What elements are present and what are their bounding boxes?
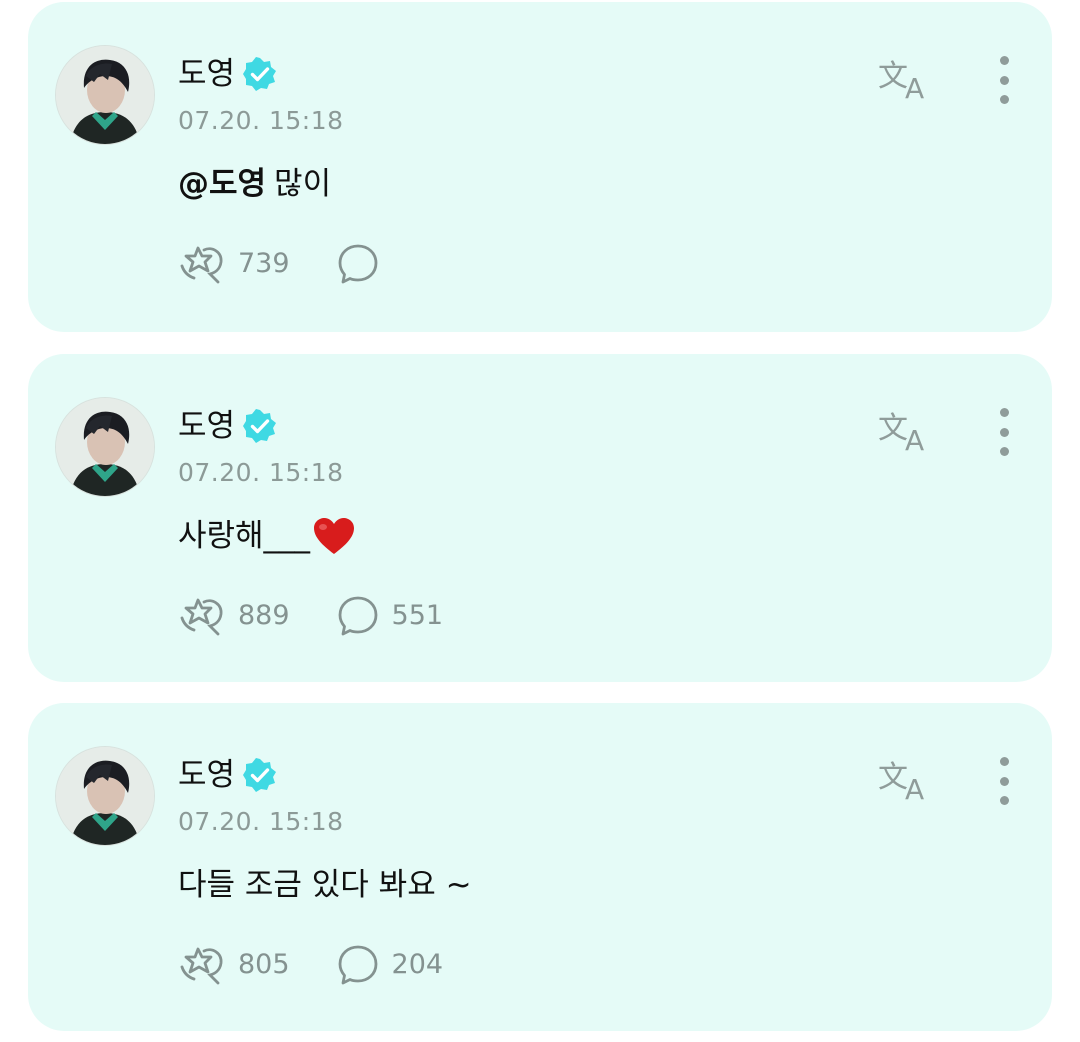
translate-icon[interactable]: 文 A: [878, 757, 934, 801]
comment-bubble-icon: [338, 244, 377, 284]
verified-check-icon: [243, 409, 277, 443]
post-text: 많이: [274, 166, 332, 202]
more-dot: [999, 427, 1009, 437]
more-options-button[interactable]: [992, 56, 1016, 104]
more-dot: [999, 56, 1009, 65]
author-row: 도영: [178, 54, 277, 94]
author-name[interactable]: 도영: [178, 755, 235, 795]
svg-text:文: 文: [878, 760, 908, 795]
post-text: 사랑해___: [178, 518, 311, 554]
more-dot: [999, 757, 1009, 766]
more-dot: [999, 776, 1009, 786]
svg-text:A: A: [905, 773, 924, 801]
comment-count: 204: [391, 949, 444, 980]
more-dot: [999, 447, 1009, 456]
post-actions: 889 551: [178, 594, 443, 638]
more-dot: [999, 796, 1009, 805]
svg-text:A: A: [905, 72, 924, 100]
post-timestamp: 07.20. 15:18: [178, 458, 344, 487]
post-body: 사랑해___: [178, 514, 356, 558]
author-row: 도영: [178, 406, 277, 446]
comment-button[interactable]: 204: [336, 943, 444, 987]
like-button[interactable]: 889: [178, 594, 290, 638]
svg-text:A: A: [905, 424, 924, 452]
post-timestamp: 07.20. 15:18: [178, 106, 344, 135]
post-feed: 도영 07.20. 15:18 文 A @도영 많이 739 도영 07.20.…: [0, 0, 1080, 1042]
author-avatar[interactable]: [56, 747, 154, 845]
comment-button[interactable]: 551: [336, 594, 444, 638]
post-card[interactable]: 도영 07.20. 15:18 文 A @도영 많이 739: [28, 2, 1052, 332]
comment-bubble-icon: [338, 945, 377, 985]
more-options-button[interactable]: [992, 408, 1016, 456]
post-timestamp: 07.20. 15:18: [178, 807, 344, 836]
like-count: 739: [238, 248, 290, 279]
post-actions: 739: [178, 242, 392, 286]
comment-bubble-icon: [338, 596, 377, 636]
author-name[interactable]: 도영: [178, 54, 235, 94]
cheer-star-hand-icon: [180, 246, 223, 284]
post-actions: 805 204: [178, 943, 443, 987]
more-dot: [999, 408, 1009, 417]
post-card[interactable]: 도영 07.20. 15:18 文 A 사랑해___ 889 551: [28, 354, 1052, 682]
like-count: 889: [238, 600, 290, 631]
post-body: 다들 조금 있다 봐요 ~: [178, 863, 472, 907]
translate-icon[interactable]: 文 A: [878, 56, 934, 100]
author-name[interactable]: 도영: [178, 406, 235, 446]
like-button[interactable]: 805: [178, 943, 290, 987]
mention-link[interactable]: @도영: [178, 162, 266, 206]
post-text: 다들 조금 있다 봐요 ~: [178, 867, 472, 903]
cheer-star-hand-icon: [180, 947, 223, 985]
like-count: 805: [238, 949, 290, 980]
more-options-button[interactable]: [992, 757, 1016, 805]
author-avatar[interactable]: [56, 46, 154, 144]
svg-text:文: 文: [878, 59, 908, 94]
cheer-star-hand-icon: [180, 598, 223, 636]
author-row: 도영: [178, 755, 277, 795]
post-body: @도영 많이: [178, 162, 331, 206]
comment-count: 551: [391, 600, 444, 631]
verified-check-icon: [243, 758, 277, 792]
author-avatar[interactable]: [56, 398, 154, 496]
more-dot: [999, 75, 1009, 85]
verified-check-icon: [243, 57, 277, 91]
translate-icon[interactable]: 文 A: [878, 408, 934, 452]
comment-button[interactable]: [336, 242, 392, 286]
like-button[interactable]: 739: [178, 242, 290, 286]
more-dot: [999, 95, 1009, 104]
red-heart-emoji: [314, 518, 355, 554]
post-card[interactable]: 도영 07.20. 15:18 文 A 다들 조금 있다 봐요 ~ 805 20…: [28, 703, 1052, 1031]
svg-text:文: 文: [878, 411, 908, 446]
